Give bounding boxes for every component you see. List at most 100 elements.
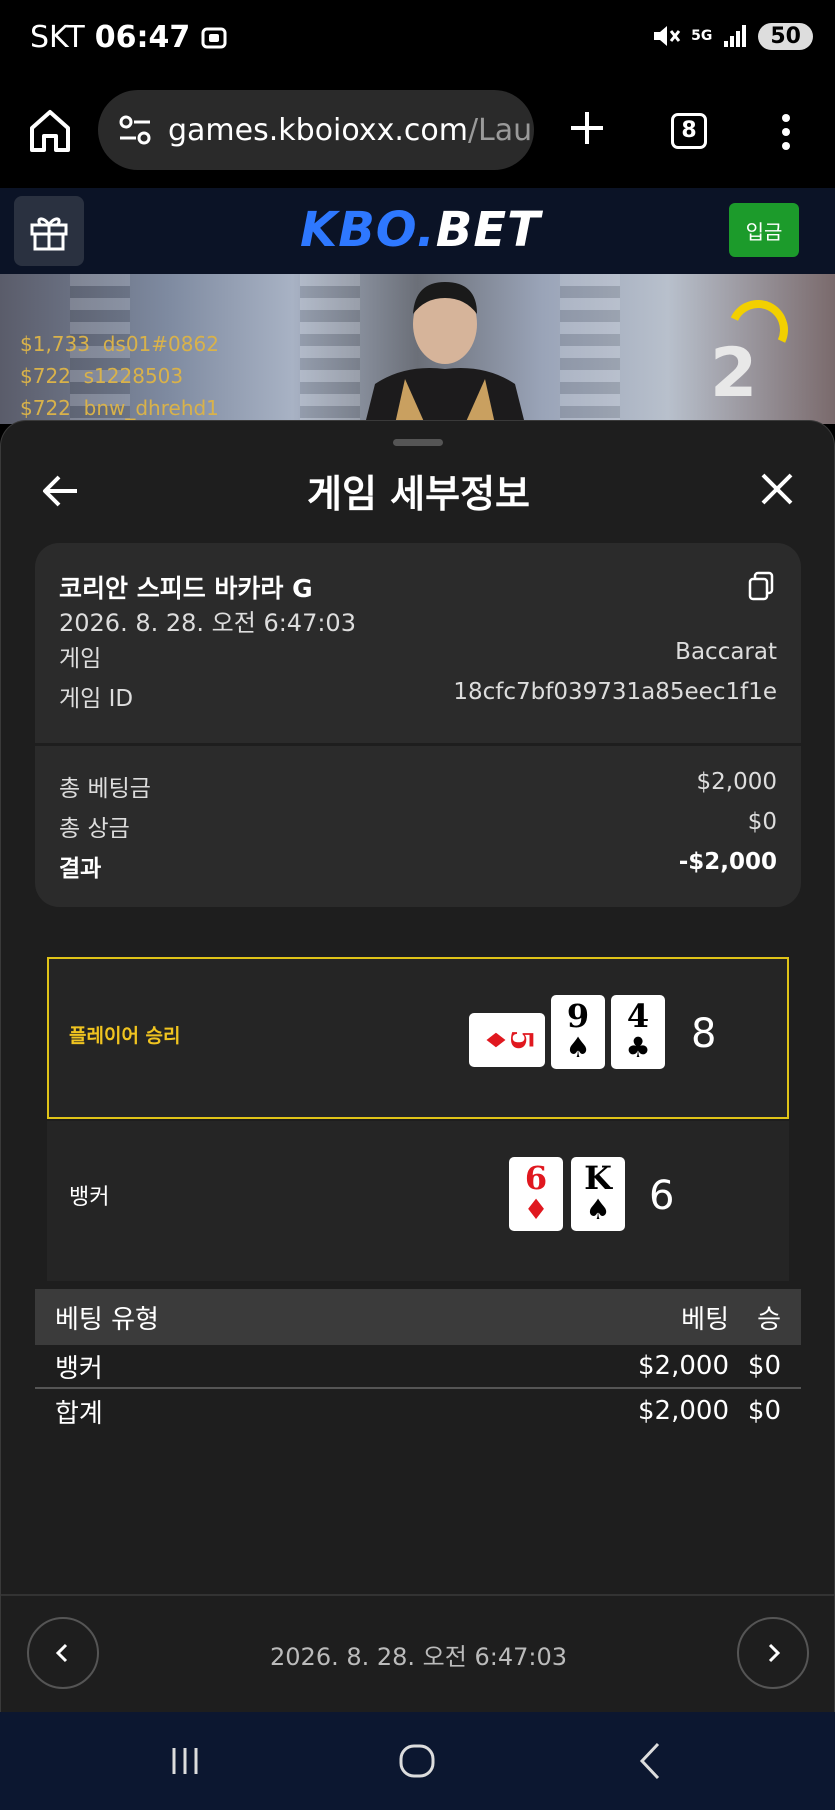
logo-part1: KBO.	[300, 202, 436, 258]
total-win-label: 총 상금	[59, 816, 130, 842]
game-name: 코리안 스피드 바카라 G	[59, 574, 313, 603]
card-rank: 4	[626, 997, 650, 1035]
game-summary-card: 코리안 스피드 바카라 G 2026. 8. 28. 오전 6:47:03 게임…	[35, 543, 801, 907]
playing-card: K ♠	[571, 1157, 625, 1231]
cell-bet-type: 뱅커	[55, 1353, 103, 1384]
game-id-label: 게임 ID	[59, 686, 134, 712]
system-navigation-bar	[0, 1712, 835, 1810]
signal-icon	[724, 25, 747, 47]
status-left: SKT 06:47	[30, 20, 228, 55]
banker-hand: 뱅커 6 ♦ K ♠ 6	[47, 1121, 789, 1281]
game-datetime: 2026. 8. 28. 오전 6:47:03	[59, 609, 356, 637]
header-bet: 베팅	[681, 1304, 729, 1335]
gift-icon	[30, 217, 68, 251]
bet-amount: $722	[20, 364, 71, 388]
game-id-row: 게임 ID 18cfc7bf039731a85eec1f1e	[59, 679, 777, 713]
player-hand: 플레이어 승리 ♦ 5 9 ♠ 4 ♣ 8	[47, 957, 789, 1119]
card-divider	[35, 743, 801, 746]
gift-button[interactable]	[14, 196, 84, 266]
status-bar: SKT 06:47 5G 50	[0, 0, 835, 80]
result-value: -$2,000	[678, 849, 777, 875]
battery-indicator: 50	[758, 22, 813, 50]
page-title: 게임 세부정보	[307, 472, 530, 516]
tab-switcher-button[interactable]: 8	[671, 113, 707, 149]
copy-icon[interactable]	[747, 571, 775, 601]
player-win-label: 플레이어 승리	[69, 1025, 181, 1047]
site-header: KBO.BET 입금	[0, 188, 835, 274]
cell-win: $0	[747, 1351, 781, 1381]
carrier-label: SKT	[30, 20, 85, 55]
drag-handle[interactable]	[393, 439, 443, 446]
cell-bet-type: 합계	[55, 1398, 103, 1429]
backdrop-decoration	[560, 274, 620, 424]
result-label: 결과	[59, 856, 102, 882]
deposit-button[interactable]: 입금	[729, 203, 799, 257]
banker-total: 6	[649, 1173, 675, 1219]
new-tab-icon[interactable]	[565, 106, 609, 150]
game-id-value: 18cfc7bf039731a85eec1f1e	[453, 679, 777, 705]
card-rank: 9	[566, 997, 590, 1035]
total-bet-value: $2,000	[696, 769, 777, 795]
header-win: 승	[757, 1304, 781, 1335]
playing-card: 6 ♦	[509, 1157, 563, 1231]
address-bar[interactable]: games.kboioxx.com/Launc	[98, 90, 534, 170]
player-total: 8	[691, 1011, 717, 1057]
dealer-figure	[365, 282, 525, 424]
card-suit: ♠	[565, 1031, 591, 1064]
footer-datetime: 2026. 8. 28. 오전 6:47:03	[270, 1643, 567, 1671]
bet-feed-row: $722 s1228503	[20, 360, 219, 392]
card-suit: ♣	[625, 1031, 651, 1064]
home-icon[interactable]	[28, 106, 72, 156]
site-settings-icon[interactable]	[116, 111, 154, 149]
clock: 06:47	[94, 20, 191, 55]
cell-win: $0	[747, 1396, 781, 1426]
back-button-icon[interactable]	[626, 1736, 676, 1786]
total-bet-label: 총 베팅금	[59, 776, 151, 802]
card-suit: ♦	[523, 1193, 549, 1226]
total-bet-row: 총 베팅금 $2,000	[59, 769, 777, 803]
home-button-icon[interactable]	[392, 1736, 442, 1786]
result-row: 결과 -$2,000	[59, 849, 777, 883]
bet-feed: $1,733 ds01#0862 $722 s1228503 $722 bnw_…	[20, 328, 219, 424]
card-rank: 5	[503, 1029, 539, 1051]
banker-label: 뱅커	[69, 1185, 110, 1210]
more-options-icon[interactable]	[776, 110, 796, 154]
cell-bet: $2,000	[638, 1351, 729, 1381]
game-type-value: Baccarat	[675, 639, 777, 665]
close-icon[interactable]	[757, 469, 797, 509]
cell-bet: $2,000	[638, 1396, 729, 1426]
url-path: /Launc	[467, 112, 534, 148]
browser-toolbar: games.kboioxx.com/Launc 8	[0, 80, 835, 188]
card-rank: 6	[524, 1159, 548, 1197]
site-logo[interactable]: KBO.BET	[300, 202, 541, 258]
screenshot-icon	[201, 27, 227, 48]
status-right: 5G 50	[651, 22, 813, 50]
total-win-row: 총 상금 $0	[59, 809, 777, 843]
recent-apps-icon[interactable]	[160, 1736, 210, 1786]
next-game-button[interactable]	[737, 1617, 809, 1689]
bet-amount: $722	[20, 396, 71, 420]
url-text[interactable]: games.kboioxx.com/Launc	[168, 113, 534, 148]
game-type-label: 게임	[59, 646, 102, 672]
header-bet-type: 베팅 유형	[55, 1304, 159, 1335]
bet-feed-row: $1,733 ds01#0862	[20, 328, 219, 360]
bet-user: bnw_dhrehd1	[83, 396, 219, 420]
playing-card: ♦ 5	[469, 1013, 545, 1067]
bet-user: s1228503	[83, 364, 184, 388]
playing-card: 9 ♠	[551, 995, 605, 1069]
bet-table: 베팅 유형 베팅 승 뱅커 $2,000 $0 합계 $2,000 $0	[35, 1289, 801, 1433]
round-number: 2	[710, 334, 758, 413]
card-suit: ♠	[585, 1193, 611, 1226]
playing-card: 4 ♣	[611, 995, 665, 1069]
footer-divider	[1, 1594, 834, 1596]
game-type-row: 게임 Baccarat	[59, 639, 777, 673]
live-video-preview[interactable]: $1,733 ds01#0862 $722 s1228503 $722 bnw_…	[0, 274, 835, 424]
bet-amount: $1,733	[20, 332, 90, 356]
game-details-sheet: 게임 세부정보 코리안 스피드 바카라 G 2026. 8. 28. 오전 6:…	[0, 420, 835, 1712]
chevron-right-icon	[768, 1643, 781, 1663]
network-label: 5G	[691, 28, 713, 44]
table-row-total: 합계 $2,000 $0	[35, 1389, 801, 1433]
mute-icon	[654, 26, 681, 46]
bet-user: ds01#0862	[102, 332, 219, 356]
logo-part2: BET	[435, 202, 541, 258]
